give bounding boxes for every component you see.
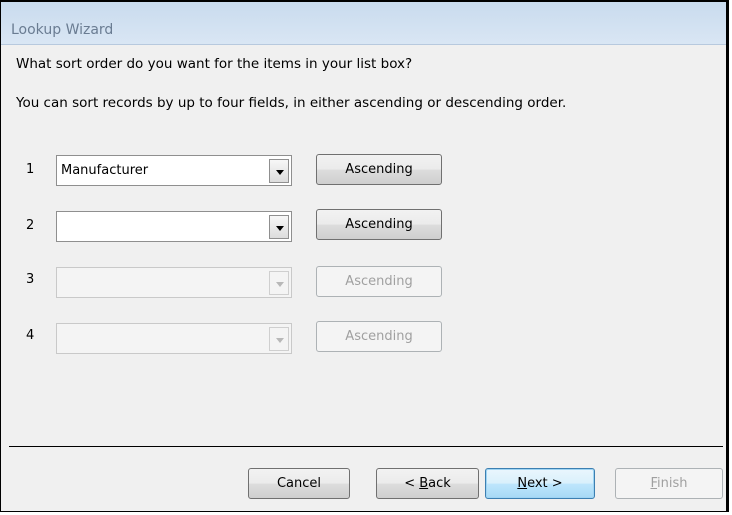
chevron-down-icon xyxy=(276,282,284,287)
dropdown-button-4 xyxy=(269,327,289,351)
sort-row-number-1: 1 xyxy=(26,162,35,177)
next-label-rest: ext > xyxy=(527,476,563,491)
next-label-accesskey: N xyxy=(517,476,528,491)
sort-field-combo-4 xyxy=(56,323,292,354)
sort-field-combo-1[interactable]: Manufacturer xyxy=(56,155,292,186)
window-title: Lookup Wizard xyxy=(11,22,114,38)
chevron-down-icon xyxy=(276,338,284,343)
chevron-down-icon xyxy=(276,170,284,175)
dropdown-button-3 xyxy=(269,271,289,295)
next-button[interactable]: Next > xyxy=(485,468,595,499)
wizard-content: What sort order do you want for the item… xyxy=(1,45,726,511)
sort-order-button-4: Ascending xyxy=(316,321,442,352)
cancel-button[interactable]: Cancel xyxy=(248,468,350,499)
chevron-down-icon xyxy=(276,226,284,231)
sort-question: What sort order do you want for the item… xyxy=(16,56,413,72)
sort-instructions: You can sort records by up to four field… xyxy=(16,95,567,111)
finish-button: Finish xyxy=(615,468,723,499)
sort-row-number-4: 4 xyxy=(26,328,35,343)
back-button[interactable]: < Back xyxy=(376,468,479,499)
dropdown-button-1[interactable] xyxy=(269,159,289,183)
sort-order-button-2[interactable]: Ascending xyxy=(316,209,442,240)
divider-line xyxy=(9,446,723,447)
finish-label-rest: inish xyxy=(657,476,688,491)
sort-order-button-1[interactable]: Ascending xyxy=(316,154,442,185)
dropdown-button-2[interactable] xyxy=(269,215,289,239)
back-label-accesskey: B xyxy=(419,476,429,491)
sort-field-value-1: Manufacturer xyxy=(61,163,149,178)
sort-field-combo-2[interactable] xyxy=(56,211,292,242)
title-bar[interactable]: Lookup Wizard xyxy=(1,2,726,45)
back-label-prefix: < xyxy=(404,476,420,491)
sort-field-combo-3 xyxy=(56,267,292,298)
sort-row-number-3: 3 xyxy=(26,272,35,287)
sort-row-number-2: 2 xyxy=(26,218,35,233)
sort-order-button-3: Ascending xyxy=(316,266,442,297)
back-label-rest: ack xyxy=(428,476,451,491)
lookup-wizard-dialog: Lookup Wizard What sort order do you wan… xyxy=(0,0,729,512)
